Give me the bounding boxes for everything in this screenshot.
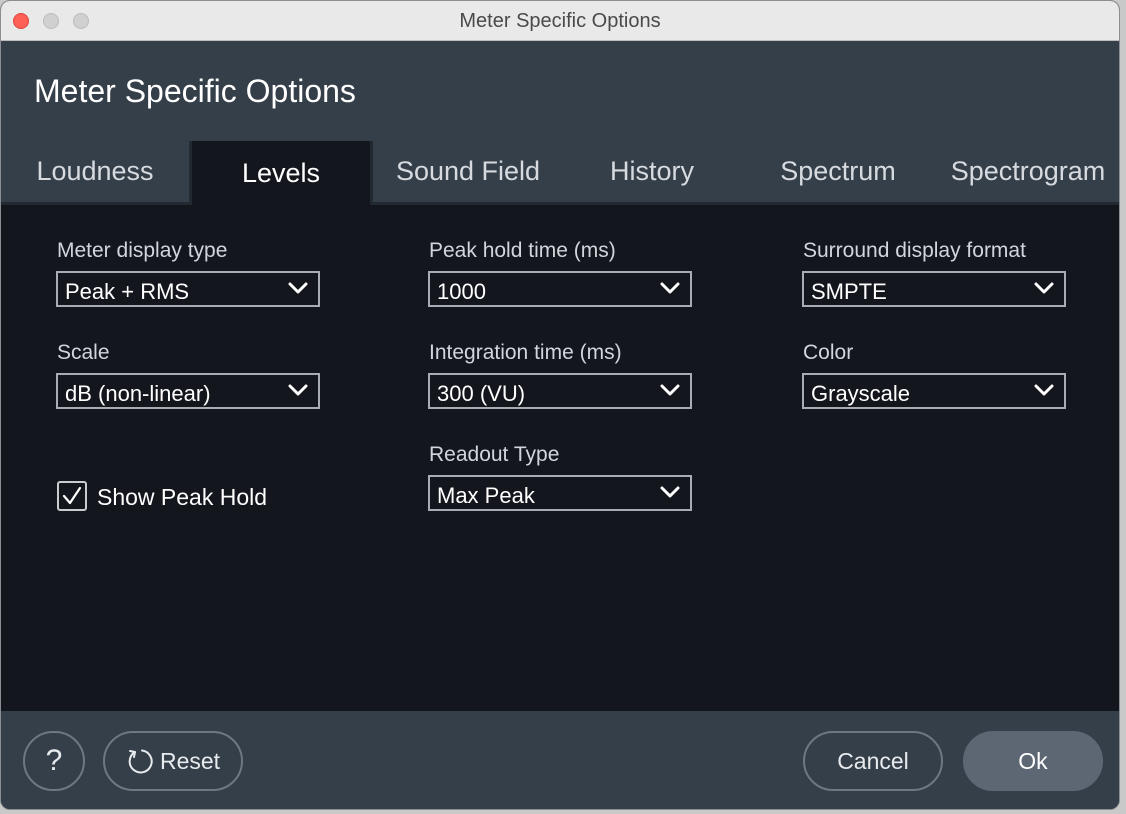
chevron-down-icon xyxy=(660,384,680,396)
scale-select[interactable]: dB (non-linear) xyxy=(56,373,320,409)
peak-hold-time-label: Peak hold time (ms) xyxy=(429,239,616,262)
peak-hold-time-value: 1000 xyxy=(437,279,486,304)
tab-spectrogram[interactable]: Spectrogram xyxy=(935,141,1119,205)
tab-history[interactable]: History xyxy=(563,141,741,205)
ok-button[interactable]: Ok xyxy=(963,731,1103,791)
tab-loudness[interactable]: Loudness xyxy=(1,141,189,205)
readout-type-label: Readout Type xyxy=(429,443,560,466)
scale-value: dB (non-linear) xyxy=(65,381,211,406)
chevron-down-icon xyxy=(1034,384,1054,396)
surround-display-format-label: Surround display format xyxy=(803,239,1026,262)
scale-label: Scale xyxy=(57,341,110,364)
meter-options-window: Meter Specific Options Meter Specific Op… xyxy=(0,0,1120,810)
integration-time-value: 300 (VU) xyxy=(437,381,526,406)
title-bar: Meter Specific Options xyxy=(1,1,1119,41)
meter-display-type-label: Meter display type xyxy=(57,239,228,262)
dialog-title: Meter Specific Options xyxy=(34,73,356,109)
integration-time-select[interactable]: 300 (VU) xyxy=(428,373,692,409)
tab-levels[interactable]: Levels xyxy=(192,141,370,205)
surround-display-format-value: SMPTE xyxy=(811,279,887,304)
chevron-down-icon xyxy=(660,282,680,294)
chevron-down-icon xyxy=(1034,282,1054,294)
readout-type-value: Max Peak xyxy=(437,483,535,508)
help-button[interactable]: ? xyxy=(23,731,85,791)
chevron-down-icon xyxy=(660,486,680,498)
meter-display-type-value: Peak + RMS xyxy=(65,279,190,304)
ok-label: Ok xyxy=(1018,747,1048,774)
integration-time-label: Integration time (ms) xyxy=(429,341,622,364)
dialog-footer: ? Reset Cancel Ok xyxy=(1,711,1119,809)
peak-hold-time-select[interactable]: 1000 xyxy=(428,271,692,307)
cancel-button[interactable]: Cancel xyxy=(803,731,943,791)
reset-label: Reset xyxy=(159,747,221,774)
tab-spectrum[interactable]: Spectrum xyxy=(741,141,935,205)
show-peak-hold-checkbox[interactable] xyxy=(57,481,87,511)
reset-icon xyxy=(128,749,153,774)
levels-panel: Meter display type Peak + RMS Scale dB (… xyxy=(1,205,1119,711)
cancel-label: Cancel xyxy=(837,747,909,774)
surround-display-format-select[interactable]: SMPTE xyxy=(802,271,1066,307)
color-label: Color xyxy=(803,341,854,364)
chevron-down-icon xyxy=(288,282,308,294)
color-value: Grayscale xyxy=(811,381,911,406)
meter-display-type-select[interactable]: Peak + RMS xyxy=(56,271,320,307)
reset-button[interactable]: Reset xyxy=(103,731,243,791)
dialog-header: Meter Specific Options xyxy=(1,41,1119,141)
show-peak-hold-label[interactable]: Show Peak Hold xyxy=(97,484,267,511)
window-title: Meter Specific Options xyxy=(459,10,661,32)
color-select[interactable]: Grayscale xyxy=(802,373,1066,409)
help-label: ? xyxy=(45,744,63,777)
tab-bar: Loudness Levels Sound Field History Spec… xyxy=(1,141,1119,205)
chevron-down-icon xyxy=(288,384,308,396)
readout-type-select[interactable]: Max Peak xyxy=(428,475,692,511)
checkmark-icon xyxy=(62,486,82,505)
tab-sound-field[interactable]: Sound Field xyxy=(373,141,563,205)
